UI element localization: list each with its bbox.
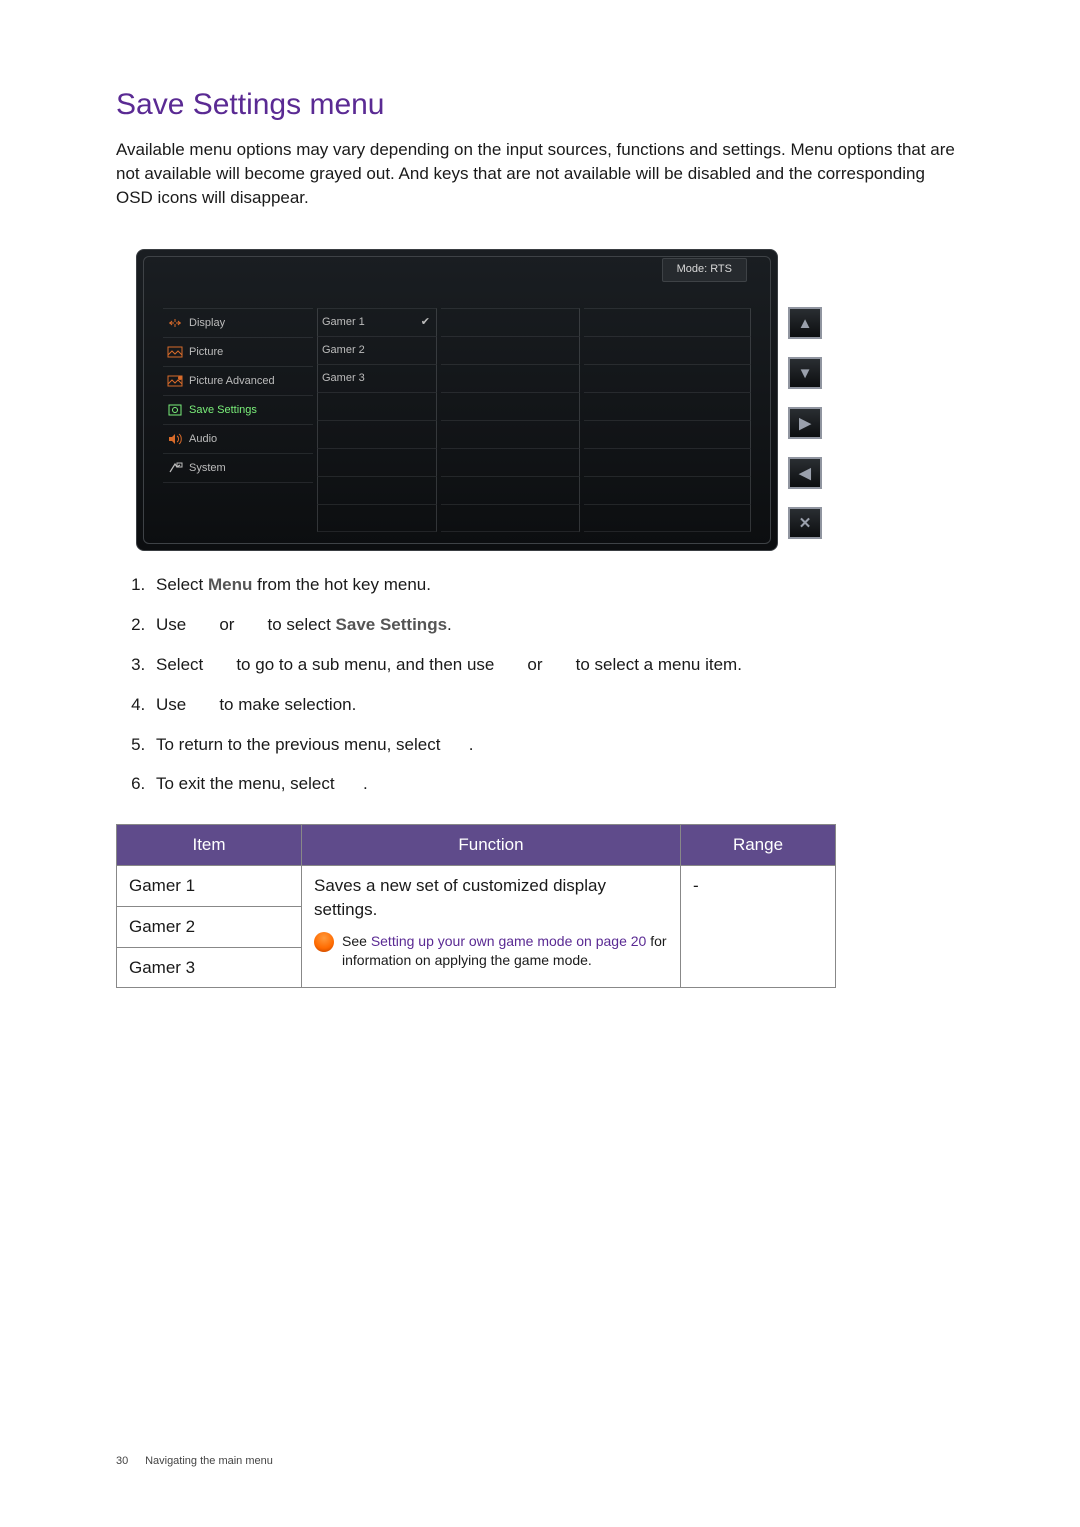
check-icon: ✔ bbox=[421, 315, 430, 330]
osd-nav-label: Picture bbox=[189, 345, 223, 360]
osd-nav-label: Display bbox=[189, 316, 225, 331]
cell-item: Gamer 2 bbox=[117, 906, 302, 947]
step-6: To exit the menu, select . bbox=[150, 772, 990, 796]
osd-sub-label: Gamer 2 bbox=[322, 343, 365, 358]
table-header-item: Item bbox=[117, 825, 302, 866]
osd-nav-picture[interactable]: Picture bbox=[163, 338, 313, 367]
nav-up-button[interactable]: ▲ bbox=[788, 307, 822, 339]
nav-right-button[interactable]: ▶ bbox=[788, 407, 822, 439]
cell-range: - bbox=[681, 865, 836, 987]
tip-icon bbox=[314, 932, 334, 952]
osd-nav-column: Display Picture Picture Advanced bbox=[163, 308, 313, 532]
picture-advanced-icon bbox=[167, 375, 183, 387]
osd-sub-label: Gamer 3 bbox=[322, 371, 365, 386]
page-footer: 30 Navigating the main menu bbox=[116, 1454, 273, 1469]
footer-section: Navigating the main menu bbox=[145, 1455, 273, 1467]
table-header-range: Range bbox=[681, 825, 836, 866]
page-number: 30 bbox=[116, 1454, 142, 1469]
osd-sub-gamer2[interactable]: Gamer 2 bbox=[317, 337, 437, 365]
osd-sub-gamer1[interactable]: Gamer 1 ✔ bbox=[317, 308, 437, 337]
step-5: To return to the previous menu, select . bbox=[150, 733, 990, 757]
save-settings-keyword: Save Settings bbox=[336, 615, 448, 634]
audio-icon bbox=[167, 433, 183, 445]
osd-nav-label: Audio bbox=[189, 432, 217, 447]
osd-panel: Mode: RTS Display Picture bbox=[136, 249, 778, 551]
nav-close-button[interactable]: ✕ bbox=[788, 507, 822, 539]
picture-icon bbox=[167, 346, 183, 358]
cell-item: Gamer 1 bbox=[117, 865, 302, 906]
table-row: Gamer 1 Saves a new set of customized di… bbox=[117, 865, 836, 906]
osd-nav-label: Save Settings bbox=[189, 403, 257, 418]
table-header-function: Function bbox=[302, 825, 681, 866]
osd-mode-badge: Mode: RTS bbox=[662, 258, 747, 281]
osd-nav-picture-advanced[interactable]: Picture Advanced bbox=[163, 367, 313, 396]
osd-side-buttons: ▲ ▼ ▶ ◀ ✕ bbox=[788, 249, 824, 551]
menu-keyword: Menu bbox=[208, 575, 252, 594]
function-text: Saves a new set of customized display se… bbox=[314, 876, 606, 919]
cell-function: Saves a new set of customized display se… bbox=[302, 865, 681, 987]
nav-left-button[interactable]: ◀ bbox=[788, 457, 822, 489]
cross-ref-link[interactable]: Setting up your own game mode on page 20 bbox=[371, 933, 647, 949]
osd-nav-label: System bbox=[189, 461, 226, 476]
steps-list: Select Menu from the hot key menu. Use o… bbox=[128, 573, 990, 796]
osd-sub-label: Gamer 1 bbox=[322, 315, 365, 330]
save-icon bbox=[167, 404, 183, 416]
tip-row: See Setting up your own game mode on pag… bbox=[314, 932, 668, 971]
step-2: Use or to select Save Settings. bbox=[150, 613, 990, 637]
osd-nav-save-settings[interactable]: Save Settings bbox=[163, 396, 313, 425]
osd-sub-gamer3[interactable]: Gamer 3 bbox=[317, 365, 437, 393]
osd-nav-system[interactable]: System bbox=[163, 454, 313, 483]
step-3: Select to go to a sub menu, and then use… bbox=[150, 653, 990, 677]
display-icon bbox=[167, 317, 183, 329]
intro-paragraph: Available menu options may vary dependin… bbox=[116, 138, 956, 209]
nav-down-button[interactable]: ▼ bbox=[788, 357, 822, 389]
system-icon bbox=[167, 462, 183, 474]
step-4: Use to make selection. bbox=[150, 693, 990, 717]
reference-table: Item Function Range Gamer 1 Saves a new … bbox=[116, 824, 836, 988]
osd-nav-audio[interactable]: Audio bbox=[163, 425, 313, 454]
osd-sub-column: Gamer 1 ✔ Gamer 2 Gamer 3 bbox=[317, 308, 437, 532]
cell-item: Gamer 3 bbox=[117, 947, 302, 988]
osd-nav-label: Picture Advanced bbox=[189, 374, 275, 389]
osd-nav-display[interactable]: Display bbox=[163, 308, 313, 338]
page-title: Save Settings menu bbox=[116, 84, 990, 126]
osd-screenshot: Mode: RTS Display Picture bbox=[136, 249, 990, 551]
step-1: Select Menu from the hot key menu. bbox=[150, 573, 990, 597]
